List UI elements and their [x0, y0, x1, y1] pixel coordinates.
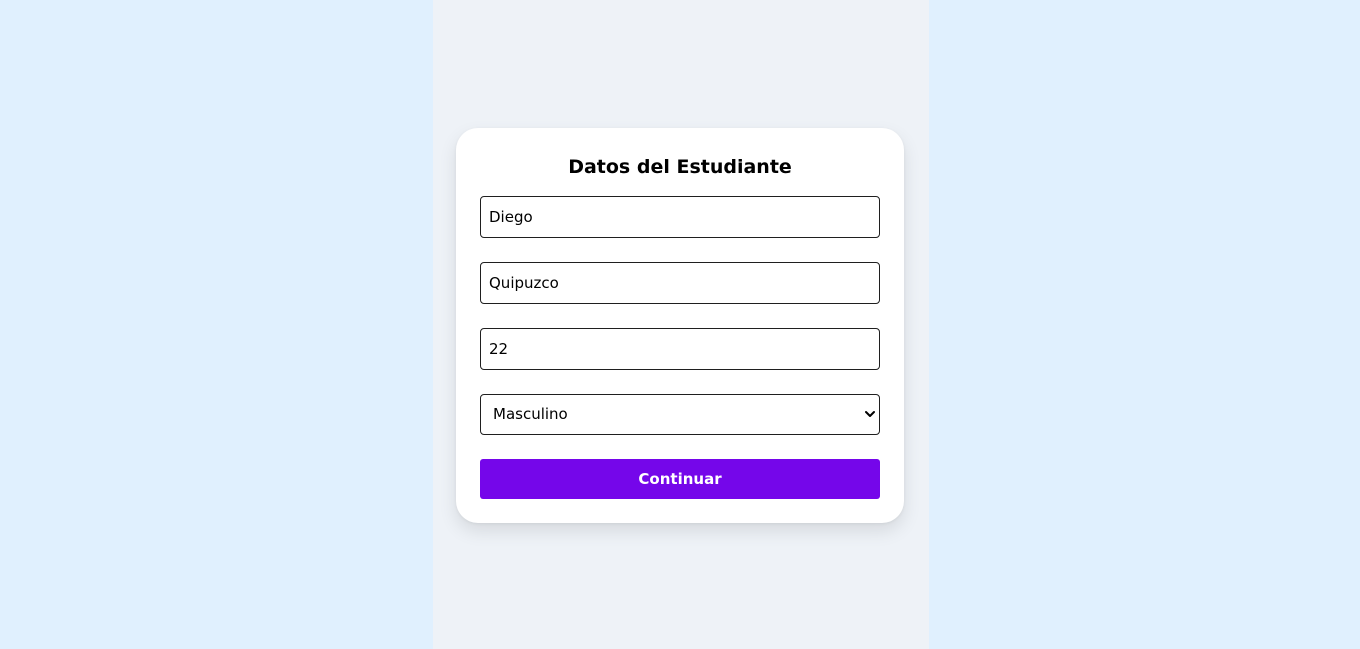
chevron-down-icon — [865, 411, 875, 417]
student-form-card: Datos del Estudiante Masculino Continuar — [456, 128, 904, 523]
gender-select[interactable]: Masculino — [480, 394, 880, 435]
continue-button[interactable]: Continuar — [480, 459, 880, 499]
first-name-input[interactable] — [480, 196, 880, 238]
last-name-input[interactable] — [480, 262, 880, 304]
form-title: Datos del Estudiante — [568, 156, 792, 178]
gender-select-value: Masculino — [493, 405, 568, 423]
age-input[interactable] — [480, 328, 880, 370]
